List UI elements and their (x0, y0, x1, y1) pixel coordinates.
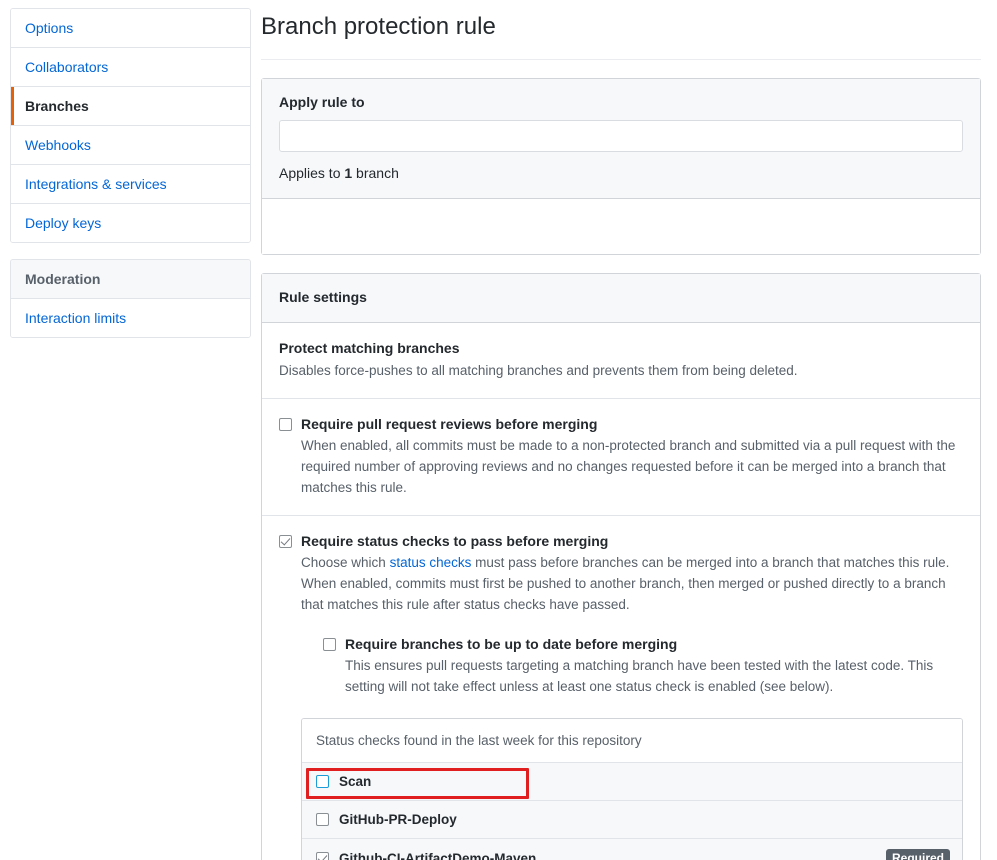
protect-matching-branches-description: Disables force-pushes to all matching br… (279, 360, 963, 381)
require-pr-reviews-checkbox[interactable] (279, 418, 292, 431)
require-up-to-date-description: This ensures pull requests targeting a m… (345, 655, 963, 697)
moderation-section-header: Moderation (11, 260, 250, 299)
require-up-to-date-checkbox[interactable] (323, 638, 336, 651)
require-up-to-date-block: Require branches to be up to date before… (323, 635, 963, 697)
apply-rule-header: Apply rule to Applies to 1 branch (262, 79, 980, 199)
status-check-checkbox-scan[interactable] (316, 775, 329, 788)
require-pr-reviews-description: When enabled, all commits must be made t… (301, 435, 963, 498)
require-status-checks-row: Require status checks to pass before mer… (262, 516, 980, 860)
branch-name-pattern-input[interactable] (279, 120, 963, 152)
status-checks-list-header: Status checks found in the last week for… (302, 719, 962, 763)
require-pr-reviews-row: Require pull request reviews before merg… (262, 399, 980, 516)
sidebar-item-collaborators[interactable]: Collaborators (11, 48, 250, 87)
require-up-to-date-label[interactable]: Require branches to be up to date before… (345, 635, 963, 653)
status-checks-list: Status checks found in the last week for… (301, 718, 963, 860)
applies-prefix: Applies to (279, 165, 344, 181)
protect-matching-branches-title: Protect matching branches (279, 339, 963, 357)
moderation-nav: Moderation Interaction limits (10, 259, 251, 338)
required-badge: Required (886, 849, 950, 860)
protect-matching-branches-row: Protect matching branches Disables force… (262, 323, 980, 399)
status-check-row-github-pr-deploy[interactable]: GitHub-PR-Deploy (302, 801, 962, 839)
repository-settings-nav: Options Collaborators Branches Webhooks … (10, 8, 251, 243)
rule-settings-box: Rule settings Protect matching branches … (261, 273, 981, 860)
apply-rule-label: Apply rule to (279, 94, 963, 111)
sidebar-item-branches[interactable]: Branches (11, 87, 250, 126)
rule-settings-header: Rule settings (262, 274, 980, 323)
sidebar-item-deploy-keys[interactable]: Deploy keys (11, 204, 250, 242)
settings-sidebar: Options Collaborators Branches Webhooks … (0, 0, 261, 860)
rule-settings-title: Rule settings (279, 289, 963, 306)
status-check-row-github-ci-artifactdemo-maven[interactable]: Github-CI-ArtifactDemo-Maven Required (302, 839, 962, 860)
main-content: Branch protection rule Apply rule to App… (261, 0, 997, 860)
applies-to-note: Applies to 1 branch (279, 165, 963, 182)
status-check-checkbox-github-pr-deploy[interactable] (316, 813, 329, 826)
sidebar-item-interaction-limits[interactable]: Interaction limits (11, 299, 250, 337)
page-title: Branch protection rule (261, 12, 981, 60)
status-check-checkbox-github-ci-artifactdemo-maven[interactable] (316, 852, 329, 860)
require-status-checks-label[interactable]: Require status checks to pass before mer… (301, 532, 963, 550)
applies-count: 1 (344, 165, 352, 181)
applies-suffix: branch (352, 165, 399, 181)
require-pr-reviews-label[interactable]: Require pull request reviews before merg… (301, 415, 963, 433)
sidebar-item-integrations-services[interactable]: Integrations & services (11, 165, 250, 204)
status-check-name-github-ci-artifactdemo-maven: Github-CI-ArtifactDemo-Maven (339, 850, 886, 860)
status-check-name-github-pr-deploy: GitHub-PR-Deploy (339, 811, 950, 828)
status-checks-link[interactable]: status checks (390, 555, 472, 570)
sidebar-item-options[interactable]: Options (11, 9, 250, 48)
require-status-checks-description: Choose which status checks must pass bef… (301, 552, 963, 615)
status-check-row-scan[interactable]: Scan (302, 763, 962, 801)
status-check-name-scan: Scan (339, 773, 950, 790)
branch-protection-settings-page: Options Collaborators Branches Webhooks … (0, 0, 997, 860)
apply-rule-body (262, 199, 980, 254)
sidebar-item-webhooks[interactable]: Webhooks (11, 126, 250, 165)
desc-text-before-link: Choose which (301, 555, 390, 570)
apply-rule-box: Apply rule to Applies to 1 branch (261, 78, 981, 255)
require-status-checks-checkbox[interactable] (279, 535, 292, 548)
